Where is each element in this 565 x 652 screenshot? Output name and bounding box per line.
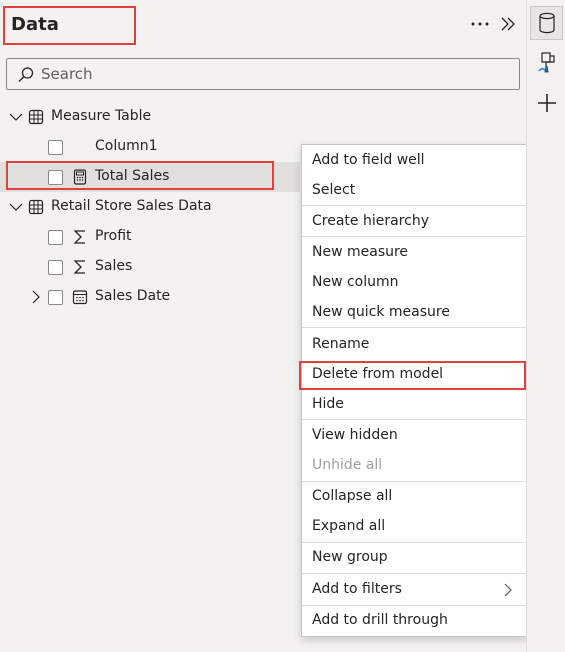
menu-item-label: Collapse all <box>312 488 393 504</box>
tree-table-retail-store-sales-data[interactable]: Retail Store Sales Data <box>0 192 300 222</box>
collapse-pane-button[interactable] <box>496 12 520 36</box>
menu-item-new-measure[interactable]: New measure <box>302 238 527 268</box>
menu-item-label: Select <box>312 182 356 198</box>
menu-item-hide[interactable]: Hide <box>302 390 527 420</box>
field-checkbox[interactable] <box>48 140 63 155</box>
field-label: Profit <box>95 228 132 244</box>
menu-item-new-column[interactable]: New column <box>302 268 527 298</box>
search-icon <box>18 67 34 82</box>
tree-field-sales[interactable]: Sales <box>0 252 300 282</box>
menu-item-label: Hide <box>312 396 344 412</box>
menu-separator <box>302 327 527 328</box>
field-checkbox[interactable] <box>48 260 63 275</box>
chevron-right-icon[interactable] <box>29 290 43 304</box>
field-checkbox[interactable] <box>48 230 63 245</box>
menu-item-add-to-field-well[interactable]: Add to field well <box>302 146 527 176</box>
menu-item-label: Rename <box>312 336 370 352</box>
field-checkbox[interactable] <box>48 290 63 305</box>
sigma-icon <box>73 260 85 274</box>
menu-item-label: Add to drill through <box>312 612 448 628</box>
table-label: Retail Store Sales Data <box>51 198 212 214</box>
collapse-pane-icon <box>501 17 515 31</box>
menu-item-label: New measure <box>312 244 409 260</box>
menu-item-add-to-drill-through[interactable]: Add to drill through <box>302 606 527 636</box>
field-label: Column1 <box>95 138 158 154</box>
menu-item-select[interactable]: Select <box>302 176 527 206</box>
menu-item-unhide-all: Unhide all <box>302 451 527 481</box>
menu-item-label: Unhide all <box>312 457 383 473</box>
menu-item-label: New column <box>312 274 399 290</box>
menu-item-new-group[interactable]: New group <box>302 543 527 573</box>
pane-switcher-rail <box>526 0 565 652</box>
field-label: Sales Date <box>95 288 171 304</box>
calendar-icon <box>72 290 88 305</box>
menu-item-rename[interactable]: Rename <box>302 330 527 360</box>
menu-item-label: Create hierarchy <box>312 213 429 229</box>
chevron-down-icon[interactable] <box>9 110 23 124</box>
tree-field-column1[interactable]: Column1 <box>0 132 300 162</box>
menu-item-expand-all[interactable]: Expand all <box>302 512 527 542</box>
table-label: Measure Table <box>51 108 152 124</box>
tree-field-sales-date[interactable]: Sales Date <box>0 282 300 312</box>
menu-item-collapse-all[interactable]: Collapse all <box>302 482 527 512</box>
menu-item-label: Add to filters <box>312 581 402 597</box>
format-brush-icon <box>537 52 555 73</box>
field-label: Sales <box>95 258 133 274</box>
table-icon <box>28 199 44 215</box>
menu-item-label: Expand all <box>312 518 386 534</box>
format-pane-button[interactable] <box>530 46 563 80</box>
sigma-icon <box>73 230 85 244</box>
menu-separator <box>302 205 527 206</box>
menu-separator <box>302 419 527 420</box>
menu-item-label: View hidden <box>312 427 398 443</box>
chevron-right-icon <box>504 583 512 597</box>
menu-separator <box>302 236 527 237</box>
total-sales-highlight-box <box>6 161 274 190</box>
database-icon <box>538 12 555 34</box>
menu-item-label: Add to field well <box>312 152 425 168</box>
menu-item-create-hierarchy[interactable]: Create hierarchy <box>302 207 527 237</box>
menu-item-add-to-filters[interactable]: Add to filters <box>302 575 527 605</box>
pane-title: Data <box>11 14 59 35</box>
search-input[interactable] <box>41 63 511 85</box>
more-options-icon <box>471 22 489 26</box>
plus-icon <box>537 94 556 112</box>
table-icon <box>28 109 44 125</box>
data-pane: Data Measure Table <box>0 0 565 652</box>
more-options-button[interactable] <box>468 12 492 36</box>
menu-item-label: New quick measure <box>312 304 450 320</box>
data-pane-button[interactable] <box>530 6 563 40</box>
menu-item-label: New group <box>312 549 388 565</box>
chevron-down-icon[interactable] <box>9 200 23 214</box>
menu-item-view-hidden[interactable]: View hidden <box>302 421 527 451</box>
search-box[interactable] <box>6 58 520 90</box>
tree-field-profit[interactable]: Profit <box>0 222 300 252</box>
menu-separator <box>302 573 527 574</box>
menu-item-new-quick-measure[interactable]: New quick measure <box>302 298 527 328</box>
context-menu: Add to field well Select Create hierarch… <box>301 144 528 637</box>
delete-highlight-box <box>299 361 526 390</box>
tree-table-measure-table[interactable]: Measure Table <box>0 102 300 132</box>
add-pane-button[interactable] <box>530 86 563 120</box>
